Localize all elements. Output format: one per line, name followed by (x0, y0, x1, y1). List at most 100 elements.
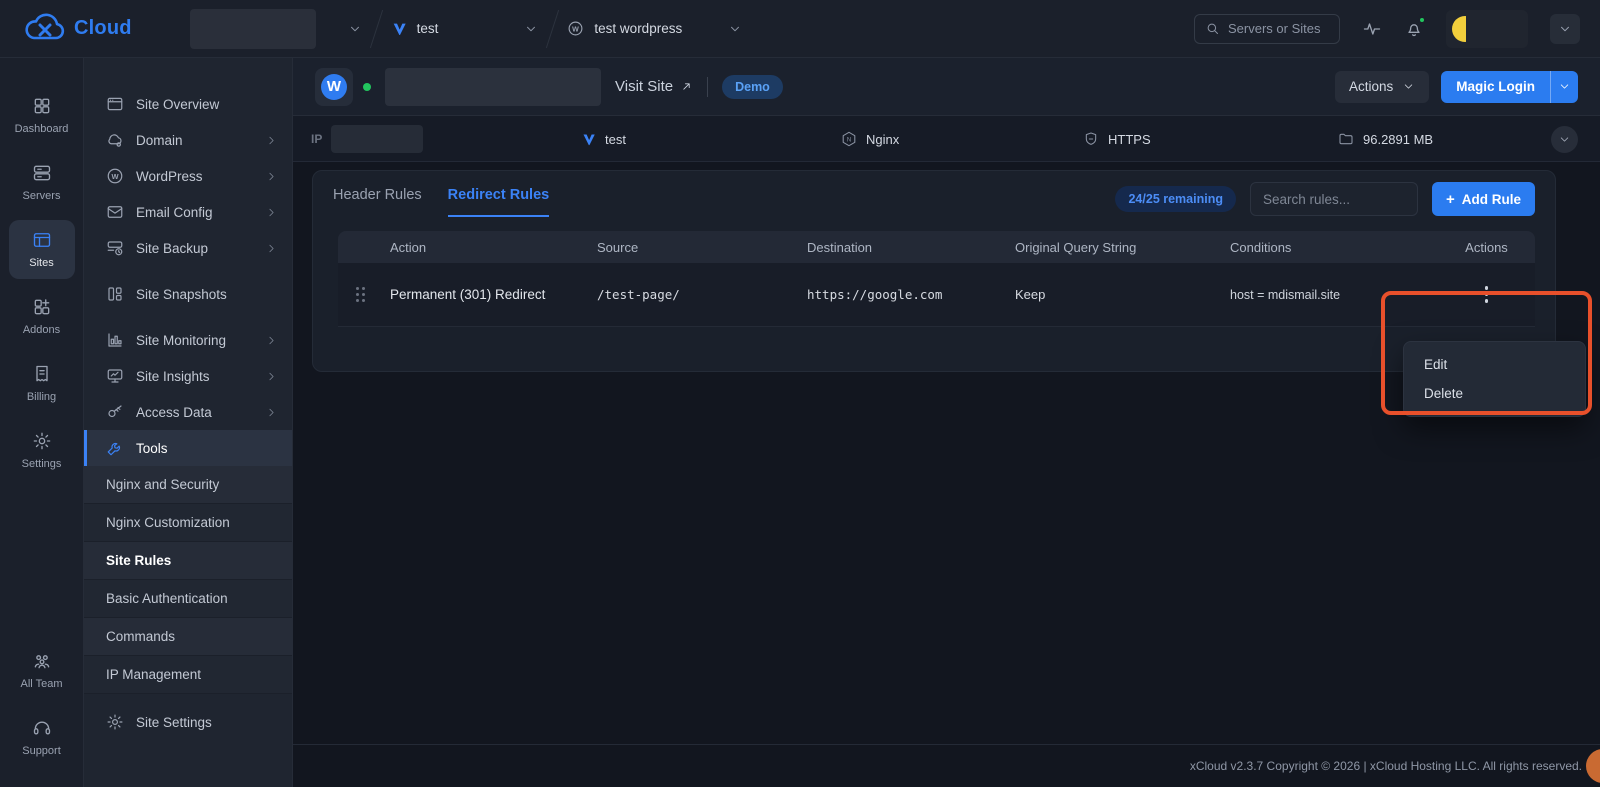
submenu-item-commands[interactable]: Commands (84, 618, 292, 656)
sidebar-item-sites[interactable]: Sites (8, 220, 75, 279)
tab-redirect-rules[interactable]: Redirect Rules (447, 187, 550, 217)
site-breadcrumb[interactable]: test (391, 21, 539, 37)
rules-search-input[interactable] (1249, 182, 1418, 216)
chevron-right-icon (265, 170, 278, 183)
sidebar-item-all-team[interactable]: All Team (9, 641, 75, 700)
site-online-dot (363, 82, 371, 91)
servers-icon (32, 163, 52, 183)
backup-icon (106, 239, 124, 257)
demo-badge: Demo (722, 74, 783, 99)
server-breadcrumb[interactable] (189, 8, 362, 49)
sidebar-item-dashboard[interactable]: Dashboard (9, 86, 75, 145)
tools-submenu: Nginx and Security Nginx Customization S… (84, 466, 292, 694)
activity-icon[interactable] (1362, 19, 1382, 39)
submenu-item-nginx-and-security[interactable]: Nginx and Security (84, 466, 292, 504)
svg-text:W: W (573, 25, 580, 33)
info-provider: test (581, 116, 626, 162)
redirect-rules-table: Action Source Destination Original Query… (338, 231, 1535, 327)
xcloud-logo[interactable]: Cloud (0, 12, 158, 45)
notifications-bell-icon[interactable] (1404, 15, 1426, 39)
cell-source: /test-page/ (597, 287, 680, 302)
menu-item-tools[interactable]: Tools (84, 430, 292, 466)
chevron-down-icon (728, 22, 742, 36)
sidebar-item-support[interactable]: Support (9, 708, 75, 767)
site-header: W Visit Site Demo Actions Magic Login (293, 58, 1600, 116)
menu-item-domain[interactable]: Domain (84, 122, 292, 158)
rules-tabs: Header Rules Redirect Rules (333, 187, 550, 217)
table-header-row: Action Source Destination Original Query… (338, 231, 1535, 263)
submenu-item-ip-management[interactable]: IP Management (84, 656, 292, 694)
svg-text:N: N (847, 137, 851, 143)
wrench-icon (106, 439, 124, 457)
sidebar-item-servers[interactable]: Servers (9, 153, 75, 212)
menu-item-site-backup[interactable]: Site Backup (84, 230, 292, 266)
app-breadcrumb-label: test wordpress (594, 21, 683, 36)
breadcrumb-separator (369, 9, 383, 48)
cloud-logo-icon (24, 12, 68, 45)
menu-item-delete[interactable]: Delete (1404, 379, 1585, 408)
add-rule-button[interactable]: + Add Rule (1431, 182, 1535, 216)
submenu-item-nginx-customization[interactable]: Nginx Customization (84, 504, 292, 542)
app-breadcrumb[interactable]: W test wordpress (567, 20, 742, 37)
chevron-down-icon (348, 22, 362, 36)
sidebar-item-settings[interactable]: Settings (9, 421, 75, 480)
sidebar-item-addons[interactable]: Addons (9, 287, 75, 346)
notification-dot (1418, 15, 1426, 24)
monitor-icon (106, 367, 124, 385)
menu-item-access-data[interactable]: Access Data (84, 394, 292, 430)
menu-item-site-settings[interactable]: Site Settings (84, 704, 292, 740)
key-icon (106, 403, 124, 421)
site-menu: Site Overview Domain W WordPress Email C… (84, 58, 293, 787)
menu-item-site-monitoring[interactable]: Site Monitoring (84, 322, 292, 358)
search-icon (1205, 21, 1220, 36)
info-ssl: HTTPS (1083, 116, 1151, 162)
menu-item-site-snapshots[interactable]: Site Snapshots (84, 276, 292, 312)
col-actions: Actions (1465, 239, 1508, 255)
cell-original-query-string: Keep (1015, 287, 1046, 302)
actions-button[interactable]: Actions (1334, 70, 1430, 103)
tab-header-rules[interactable]: Header Rules (333, 187, 422, 217)
row-actions-kebab-icon[interactable] (1475, 280, 1499, 309)
billing-icon (32, 364, 52, 384)
redacted-server-name (189, 8, 316, 49)
snapshots-icon (106, 285, 124, 303)
topbar: Cloud test W test wordpress (0, 0, 1600, 58)
drag-handle[interactable] (356, 286, 366, 303)
breadcrumb-separator (546, 9, 560, 48)
menu-item-email-config[interactable]: Email Config (84, 194, 292, 230)
site-info-bar: IP test N Nginx HTTPS 96.2891 MB (293, 116, 1600, 162)
row-actions-menu: Edit Delete (1403, 341, 1586, 417)
sidebar-item-billing[interactable]: Billing (9, 354, 75, 413)
user-menu-button[interactable] (1550, 13, 1580, 44)
col-destination: Destination (807, 239, 873, 255)
global-search-input[interactable] (1228, 21, 1329, 36)
chevron-right-icon (265, 242, 278, 255)
topbar-right (1194, 9, 1600, 48)
menu-item-site-overview[interactable]: Site Overview (84, 86, 292, 122)
gear-icon (106, 713, 124, 731)
menu-item-site-insights[interactable]: Site Insights (84, 358, 292, 394)
wordpress-icon: W (106, 167, 124, 185)
menu-item-edit[interactable]: Edit (1404, 350, 1585, 379)
magic-login-button[interactable]: Magic Login (1441, 70, 1578, 103)
submenu-item-basic-authentication[interactable]: Basic Authentication (84, 580, 292, 618)
sites-icon (32, 230, 52, 250)
gear-icon (32, 431, 52, 451)
vultr-icon (581, 132, 596, 147)
footer: xCloud v2.3.7 Copyright © 2026 | xCloud … (293, 744, 1600, 787)
info-bar-expand-button[interactable] (1551, 126, 1578, 153)
rules-remaining-badge: 24/25 remaining (1115, 186, 1236, 212)
wordpress-site-icon: W (315, 67, 353, 106)
folder-icon (1338, 131, 1354, 147)
svg-text:W: W (111, 172, 119, 181)
magic-login-chevron[interactable] (1550, 70, 1578, 103)
menu-item-wordpress[interactable]: W WordPress (84, 158, 292, 194)
visit-site-link[interactable]: Visit Site (615, 78, 693, 95)
dashboard-icon (32, 96, 52, 116)
chat-widget-sliver[interactable] (1586, 749, 1600, 783)
main-content: W Visit Site Demo Actions Magic Login IP… (293, 58, 1600, 787)
site-breadcrumb-label: test (416, 21, 439, 36)
submenu-item-site-rules[interactable]: Site Rules (84, 542, 292, 580)
global-search[interactable] (1194, 13, 1340, 44)
user-avatar[interactable] (1446, 9, 1528, 48)
